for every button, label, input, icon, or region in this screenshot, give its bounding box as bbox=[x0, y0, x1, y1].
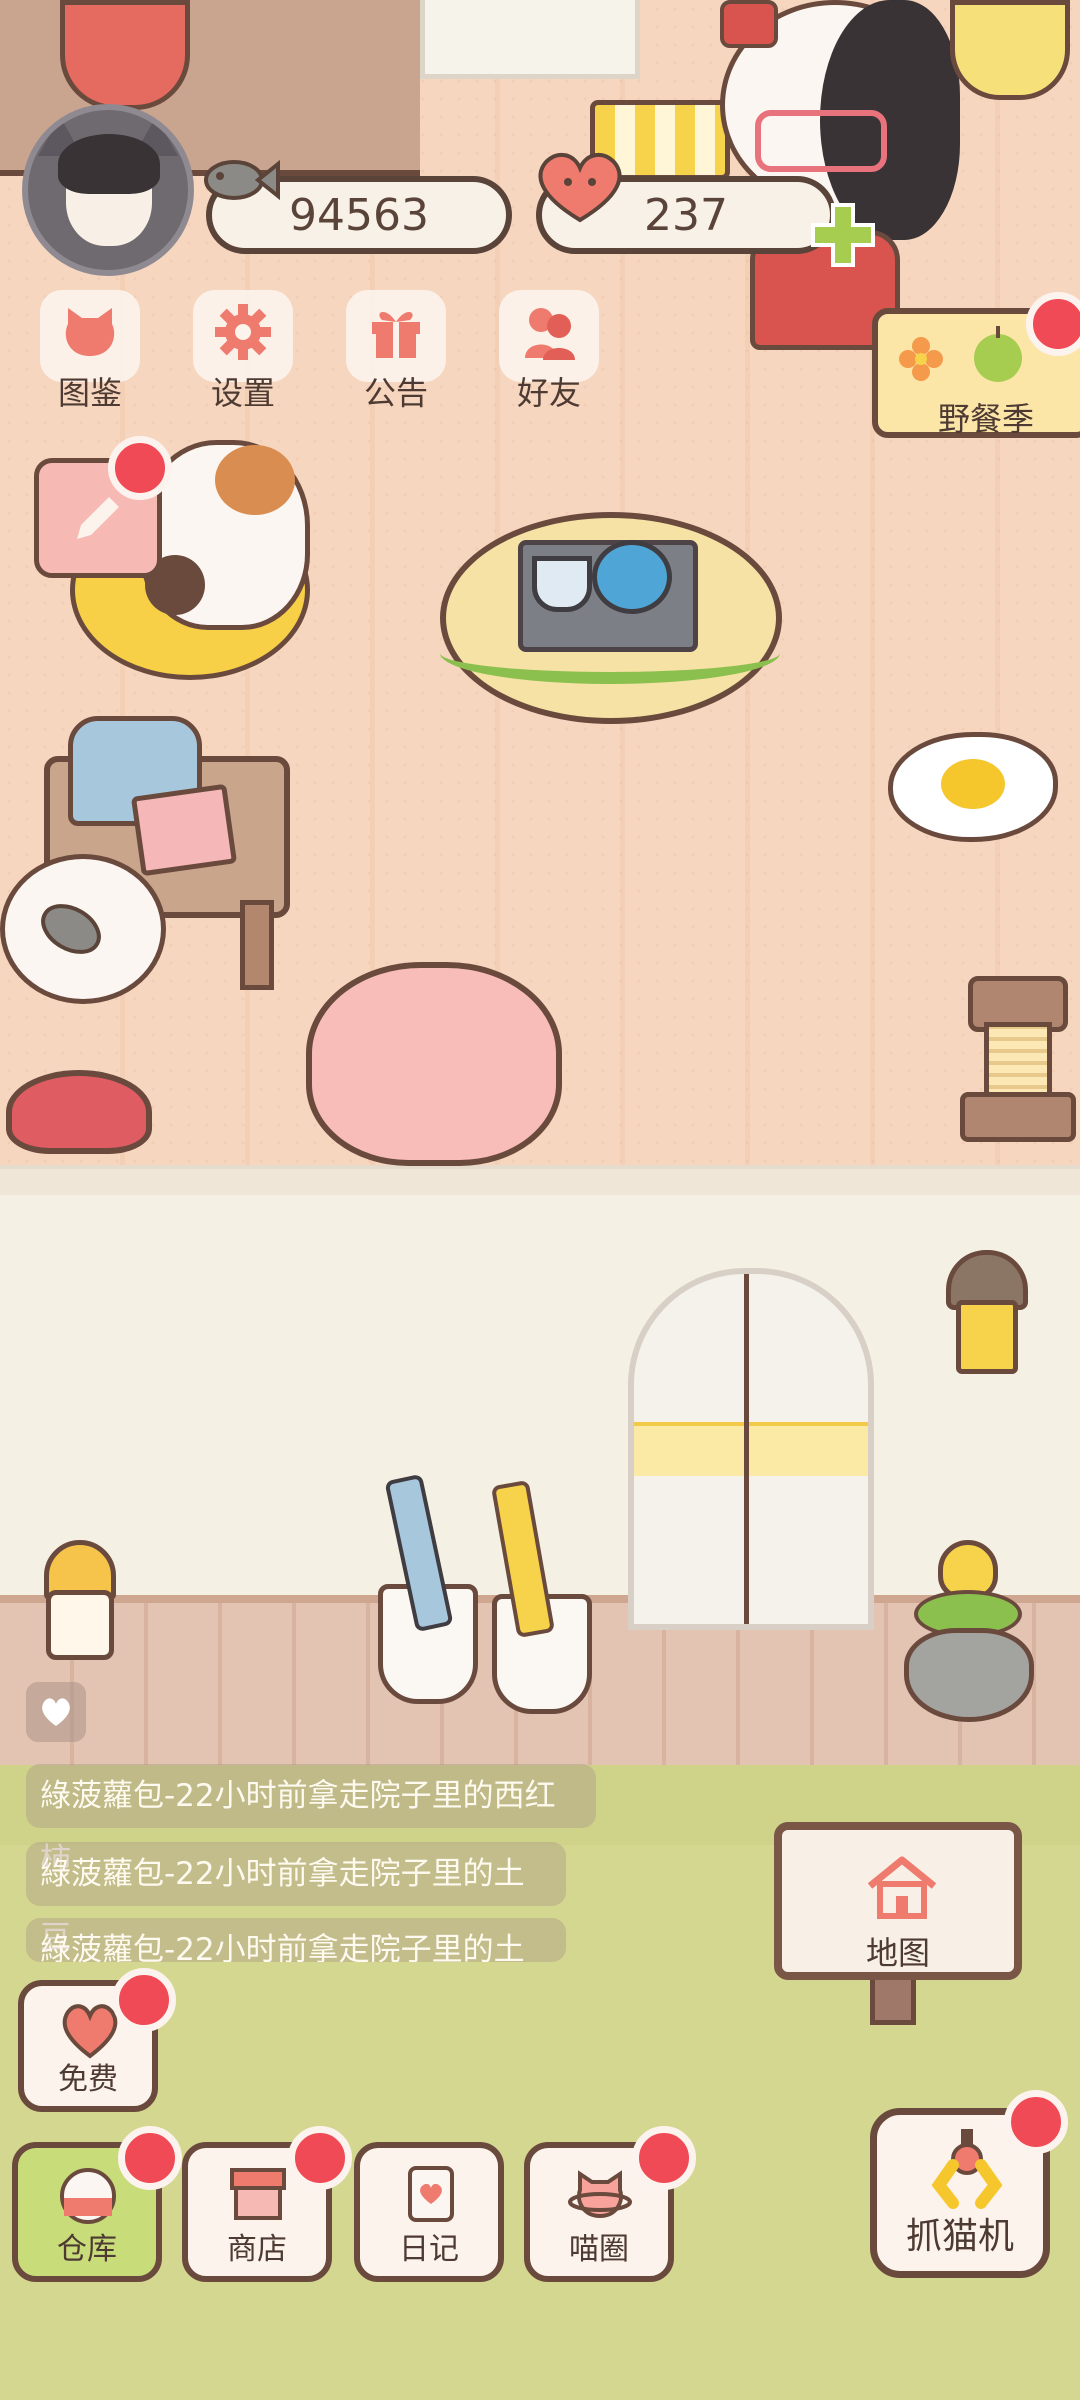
menu-friends-label: 好友 bbox=[516, 374, 581, 412]
arched-door[interactable] bbox=[628, 1268, 874, 1630]
friends-icon bbox=[525, 308, 575, 360]
wall-trim bbox=[0, 1165, 1080, 1199]
fried-egg[interactable] bbox=[888, 732, 1058, 842]
cat-circle-badge bbox=[632, 2126, 696, 2190]
add-hearts-icon[interactable] bbox=[808, 200, 878, 270]
house-icon bbox=[867, 1856, 937, 1919]
diary-icon bbox=[408, 2166, 454, 2222]
fish-request-bubble[interactable] bbox=[0, 854, 166, 1004]
daruma-doll bbox=[60, 0, 190, 110]
map-sign-button[interactable]: 地图 bbox=[774, 1822, 1022, 1980]
menu-settings-button[interactable]: 设置 bbox=[183, 290, 303, 420]
message-toggle-button[interactable] bbox=[26, 1682, 86, 1742]
cat-head-icon bbox=[65, 308, 115, 356]
rice-ball-icon bbox=[60, 2168, 116, 2224]
claw-machine-label: 抓猫机 bbox=[905, 2216, 1014, 2257]
house-wall bbox=[0, 1195, 1080, 1595]
shop-badge bbox=[288, 2126, 352, 2190]
wall-lantern[interactable] bbox=[932, 1236, 1032, 1376]
warehouse-badge bbox=[118, 2126, 182, 2190]
books bbox=[130, 783, 238, 877]
pencil-icon bbox=[77, 497, 119, 539]
apple-icon bbox=[974, 326, 1022, 382]
diary-label: 日记 bbox=[399, 2232, 459, 2267]
fish-count: 94563 bbox=[289, 189, 429, 241]
shop-label: 商店 bbox=[227, 2232, 287, 2267]
claw-machine-badge bbox=[1004, 2090, 1068, 2154]
table-leg bbox=[240, 900, 274, 990]
shop-icon bbox=[230, 2168, 286, 2220]
free-button-label: 免费 bbox=[58, 2062, 118, 2097]
activity-log-item: 綠菠蘿包-22小时前拿走院子里的西红柿 bbox=[26, 1764, 596, 1878]
game-scene: 94563 237 图鉴 设置 公告 好友 野餐季 綠菠蘿包-22小时前拿走院子… bbox=[0, 0, 1080, 2400]
menu-friends-button[interactable]: 好友 bbox=[489, 290, 609, 420]
tulip-pot[interactable] bbox=[900, 1540, 1034, 1722]
window-frame bbox=[420, 0, 640, 79]
pink-beanbag[interactable] bbox=[306, 962, 562, 1166]
kettle bbox=[950, 0, 1070, 100]
food-bowl[interactable] bbox=[6, 1070, 152, 1154]
teacup bbox=[532, 556, 592, 612]
sign-post bbox=[870, 1980, 916, 2025]
calendar-badge bbox=[108, 436, 172, 500]
heart-count: 237 bbox=[644, 189, 728, 241]
warehouse-label: 仓库 bbox=[57, 2232, 117, 2267]
teapot bbox=[592, 540, 672, 614]
fish-icon bbox=[41, 904, 101, 954]
activity-log-text: 綠菠蘿包-22小时前拿走院子里的土豆 bbox=[40, 1932, 525, 1962]
cat-planet-icon bbox=[568, 2170, 632, 2219]
menu-settings-label: 设置 bbox=[210, 374, 275, 412]
fish-icon bbox=[204, 159, 280, 201]
activity-log-item: 綠菠蘿包-22小时前拿走院子里的土豆 bbox=[26, 1842, 566, 1956]
heart-outline-icon bbox=[42, 1698, 70, 1726]
porch-lantern[interactable] bbox=[26, 1520, 126, 1680]
menu-notice-button[interactable]: 公告 bbox=[336, 290, 456, 420]
activity-log-item: 綠菠蘿包-22小时前拿走院子里的土豆 bbox=[26, 1918, 566, 1962]
cat-circle-label: 喵圈 bbox=[569, 2232, 629, 2267]
scratch-post[interactable] bbox=[960, 976, 1076, 1142]
menu-collection-button[interactable]: 图鉴 bbox=[30, 290, 150, 420]
map-sign-label: 地图 bbox=[865, 1934, 930, 1972]
menu-notice-label: 公告 bbox=[363, 374, 428, 412]
vine bbox=[440, 622, 780, 684]
claw-icon bbox=[931, 2129, 1003, 2209]
free-badge bbox=[112, 1968, 176, 2032]
flower-icon bbox=[899, 337, 943, 381]
gift-icon bbox=[372, 311, 420, 358]
menu-collection-label: 图鉴 bbox=[57, 374, 122, 412]
heart-icon bbox=[538, 152, 622, 223]
diary-button[interactable]: 日记 bbox=[354, 2142, 504, 2282]
gear-icon bbox=[215, 304, 271, 360]
avatar-hair bbox=[58, 134, 160, 194]
player-avatar[interactable] bbox=[22, 104, 194, 276]
picnic-event-label: 野餐季 bbox=[938, 400, 1035, 438]
